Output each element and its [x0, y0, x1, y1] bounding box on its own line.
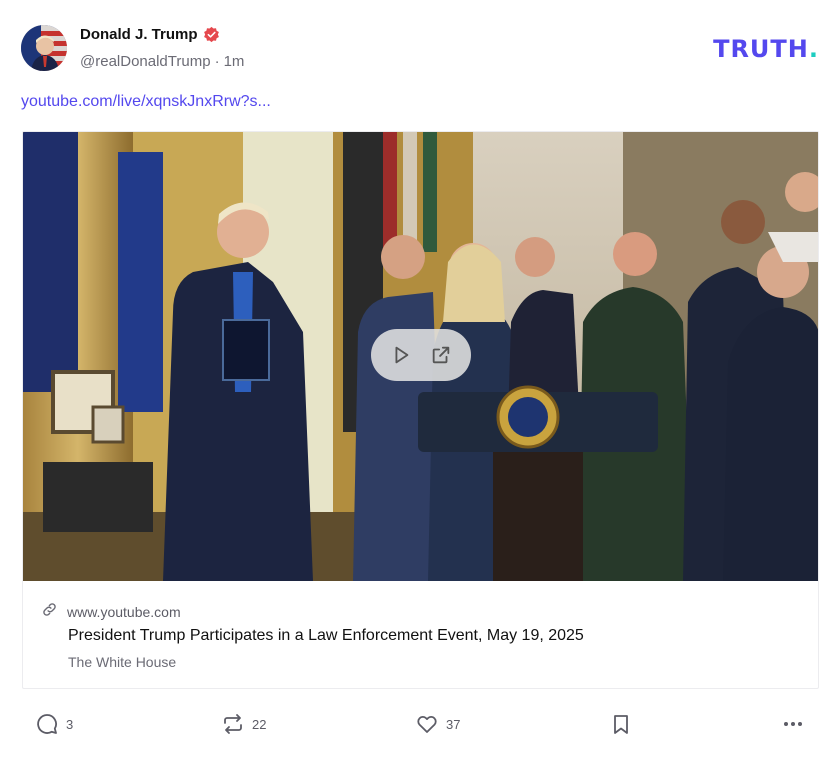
like-count: 37 [446, 716, 461, 732]
video-overlay-controls [371, 329, 471, 381]
truth-logo[interactable]: TRUTH. [713, 35, 819, 63]
truth-logo-text: TRUTH [713, 35, 809, 63]
play-icon[interactable] [390, 344, 412, 366]
external-link-icon[interactable] [430, 344, 452, 366]
reply-button[interactable]: 3 [35, 706, 73, 742]
repost-icon [221, 712, 245, 736]
preview-source: The White House [68, 654, 177, 670]
post-actions-bar: 3 22 37 [0, 706, 840, 746]
link-preview-card[interactable]: www.youtube.com President Trump Particip… [22, 131, 819, 689]
preview-domain: www.youtube.com [67, 604, 181, 620]
preview-domain-row: www.youtube.com [41, 601, 181, 623]
verified-badge-icon [203, 26, 220, 43]
bookmark-icon [609, 712, 633, 736]
more-options-button[interactable] [780, 706, 806, 742]
truth-logo-dot: . [808, 35, 819, 63]
bookmark-button[interactable] [609, 706, 633, 742]
author-handle[interactable]: @realDonaldTrump [80, 53, 211, 70]
like-button[interactable]: 37 [415, 706, 460, 742]
preview-title[interactable]: President Trump Participates in a Law En… [68, 627, 584, 645]
post-link[interactable]: youtube.com/live/xqnskJnxRrw?s... [21, 93, 271, 111]
author-name-row: Donald J. Trump [80, 26, 220, 43]
heart-icon [415, 712, 439, 736]
retruth-button[interactable]: 22 [221, 706, 266, 742]
retruth-count: 22 [252, 716, 267, 732]
author-display-name[interactable]: Donald J. Trump [80, 26, 198, 43]
reply-count: 3 [66, 716, 74, 732]
avatar[interactable] [21, 25, 67, 71]
meta-separator: · [214, 53, 220, 70]
reply-icon [35, 712, 59, 736]
link-preview-meta: www.youtube.com President Trump Particip… [23, 581, 818, 688]
post-header: Donald J. Trump @realDonaldTrump · 1m TR… [21, 25, 821, 73]
post-timestamp[interactable]: 1m [224, 53, 245, 70]
more-icon [780, 712, 806, 736]
link-icon [41, 601, 58, 623]
video-thumbnail[interactable] [23, 132, 818, 581]
author-handle-row: @realDonaldTrump · 1m [80, 53, 244, 70]
